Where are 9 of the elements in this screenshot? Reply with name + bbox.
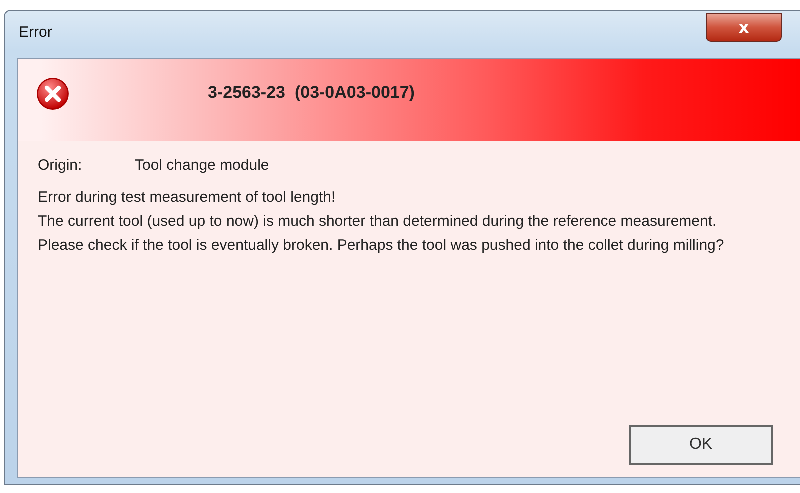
window-title: Error <box>19 24 52 41</box>
message-text: The current tool (used up to now) is much shorter than determined during the reference measurement. Please check if the tool is eventually broken. Perhaps the tool was pushed into the collet during milling? <box>38 212 726 256</box>
origin-label: Origin: <box>38 157 84 174</box>
error-code: 3-2563-23 (03-0A03-0017) <box>208 83 415 103</box>
error-icon <box>36 77 70 111</box>
origin-value: Tool change module <box>135 157 270 174</box>
message-text: Error during test measurement of tool length! <box>38 188 337 208</box>
ok-button[interactable]: OK <box>629 425 773 465</box>
close-button[interactable]: x <box>706 13 782 42</box>
